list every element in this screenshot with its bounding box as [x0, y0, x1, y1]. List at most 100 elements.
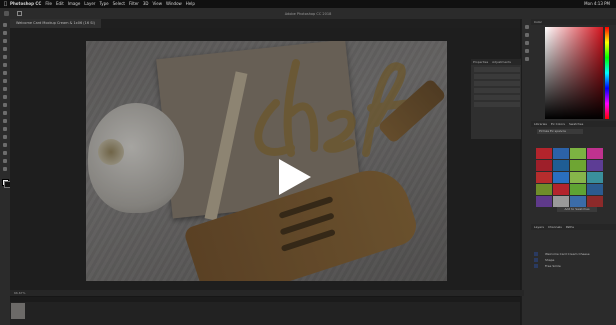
menu-select[interactable]: Select [113, 0, 125, 8]
tab-adjustments[interactable]: Adjustments [492, 59, 511, 65]
right-panels: Color Libraries Ex Colors Swatches Pirma… [531, 19, 616, 325]
menu-type[interactable]: Type [99, 0, 108, 8]
visibility-eye-icon[interactable] [534, 264, 538, 268]
color-swatch[interactable] [587, 184, 603, 195]
history-panel-icon[interactable] [525, 25, 529, 29]
color-swatch[interactable] [553, 196, 569, 207]
brush-tool-icon[interactable] [3, 79, 7, 83]
apple-icon[interactable]:  [4, 0, 7, 8]
eraser-tool-icon[interactable] [3, 103, 7, 107]
menu-filter[interactable]: Filter [129, 0, 139, 8]
color-swatch[interactable] [553, 172, 569, 183]
menu-3d[interactable]: 3D [143, 0, 149, 8]
tab-color[interactable]: Color [534, 19, 542, 25]
hue-slider[interactable] [605, 27, 609, 119]
color-swatch[interactable] [553, 148, 569, 159]
window-title: Adobe Photoshop CC 2018 [284, 11, 332, 16]
color-swatch[interactable] [587, 160, 603, 171]
color-swatch[interactable] [587, 148, 603, 159]
color-swatch[interactable] [536, 160, 552, 171]
document-tab[interactable]: Welcome Card Mockup Cream & 1x06 (16 SI) [10, 19, 101, 28]
color-panel-tabs: Color [531, 19, 616, 25]
gradient-tool-icon[interactable] [3, 111, 7, 115]
paragraph-panel-icon[interactable] [525, 57, 529, 61]
color-swatch[interactable] [570, 160, 586, 171]
color-picker-field[interactable] [545, 27, 603, 119]
properties-field[interactable] [474, 74, 520, 79]
properties-field[interactable] [474, 102, 520, 107]
move-tool-icon[interactable] [3, 23, 7, 27]
healing-tool-icon[interactable] [3, 71, 7, 75]
lasso-tool-icon[interactable] [3, 39, 7, 43]
color-swatch[interactable] [570, 184, 586, 195]
layers-list: Welcome Card Cream Cheese Shape Free Smi… [531, 251, 616, 269]
menu-window[interactable]: Window [166, 0, 182, 8]
menu-app-name[interactable]: Photoshop CC [10, 0, 41, 8]
color-swatch[interactable] [553, 160, 569, 171]
play-icon[interactable] [271, 155, 315, 199]
menu-view[interactable]: View [153, 0, 163, 8]
pen-tool-icon[interactable] [3, 135, 7, 139]
path-select-tool-icon[interactable] [3, 151, 7, 155]
zoom-level[interactable]: 66.67% [14, 291, 25, 295]
visibility-eye-icon[interactable] [534, 258, 538, 262]
add-to-swatches-button[interactable]: Add to Swatches [557, 207, 597, 212]
menubar-status: Mon 4:13 PM [584, 0, 610, 8]
timeline-clip-thumbnail[interactable] [11, 303, 25, 319]
properties-field[interactable] [474, 67, 520, 72]
color-swatch[interactable] [570, 172, 586, 183]
hand-tool-icon[interactable] [3, 167, 7, 171]
color-swatch[interactable] [536, 172, 552, 183]
layers-panel-tabs: Layers Channels Paths [531, 224, 616, 230]
menu-file[interactable]: File [45, 0, 52, 8]
marquee-tool-icon[interactable] [3, 31, 7, 35]
history-brush-tool-icon[interactable] [3, 95, 7, 99]
menu-image[interactable]: Image [68, 0, 81, 8]
tab-properties[interactable]: Properties [473, 59, 488, 65]
swatch-grid [536, 148, 603, 207]
adjustments-panel-icon[interactable] [525, 41, 529, 45]
tab-ex-colors[interactable]: Ex Colors [551, 121, 565, 127]
color-swatch[interactable] [587, 172, 603, 183]
swatch-panel-tabs: Libraries Ex Colors Swatches [531, 121, 616, 127]
stamp-tool-icon[interactable] [3, 87, 7, 91]
canvas-image[interactable] [86, 41, 447, 281]
blur-tool-icon[interactable] [3, 119, 7, 123]
properties-field[interactable] [474, 95, 520, 100]
document-tabbar: Welcome Card Mockup Cream & 1x06 (16 SI) [10, 19, 520, 28]
color-swatch[interactable] [553, 184, 569, 195]
properties-field[interactable] [474, 81, 520, 86]
color-swatch[interactable] [587, 196, 603, 207]
crop-tool-icon[interactable] [3, 55, 7, 59]
tab-channels[interactable]: Channels [548, 224, 562, 230]
visibility-eye-icon[interactable] [534, 252, 538, 256]
tab-paths[interactable]: Paths [566, 224, 574, 230]
shape-tool-icon[interactable] [3, 159, 7, 163]
quick-select-tool-icon[interactable] [3, 47, 7, 51]
auto-select-checkbox[interactable] [17, 11, 22, 16]
tab-layers[interactable]: Layers [534, 224, 544, 230]
color-swatch[interactable] [536, 196, 552, 207]
photoshop-window:  Photoshop CC File Edit Image Layer Typ… [0, 0, 616, 325]
properties-panel-icon[interactable] [525, 33, 529, 37]
tab-libraries[interactable]: Libraries [534, 121, 547, 127]
layer-row[interactable]: Free Smile [531, 263, 616, 269]
properties-panel: Properties Adjustments [470, 58, 524, 140]
eyedropper-tool-icon[interactable] [3, 63, 7, 67]
timeline-header [10, 297, 520, 302]
tab-swatches[interactable]: Swatches [569, 121, 583, 127]
color-swatch[interactable] [536, 148, 552, 159]
move-tool-icon[interactable] [4, 11, 9, 16]
dodge-tool-icon[interactable] [3, 127, 7, 131]
swatch-library-select[interactable]: Pirmas Ex spalvos [537, 129, 583, 134]
type-tool-icon[interactable] [3, 143, 7, 147]
character-panel-icon[interactable] [525, 49, 529, 53]
color-swatch[interactable] [570, 196, 586, 207]
color-swatch[interactable] [536, 184, 552, 195]
properties-field[interactable] [474, 88, 520, 93]
menu-layer[interactable]: Layer [84, 0, 95, 8]
menu-help[interactable]: Help [186, 0, 195, 8]
garlic-root [98, 139, 124, 165]
color-swatch[interactable] [570, 148, 586, 159]
menu-edit[interactable]: Edit [56, 0, 64, 8]
